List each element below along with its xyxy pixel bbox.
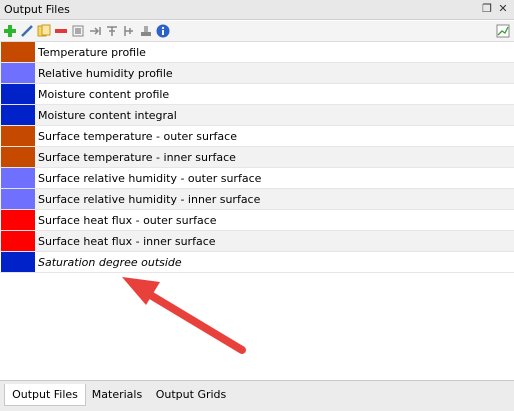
tab-materials[interactable]: Materials [86, 384, 148, 405]
bottom-tab-bar: Output Files Materials Output Grids [0, 380, 514, 411]
tab-output-files[interactable]: Output Files [4, 384, 86, 406]
annotation-arrow [122, 277, 246, 354]
tab-output-grids[interactable]: Output Grids [150, 384, 232, 405]
